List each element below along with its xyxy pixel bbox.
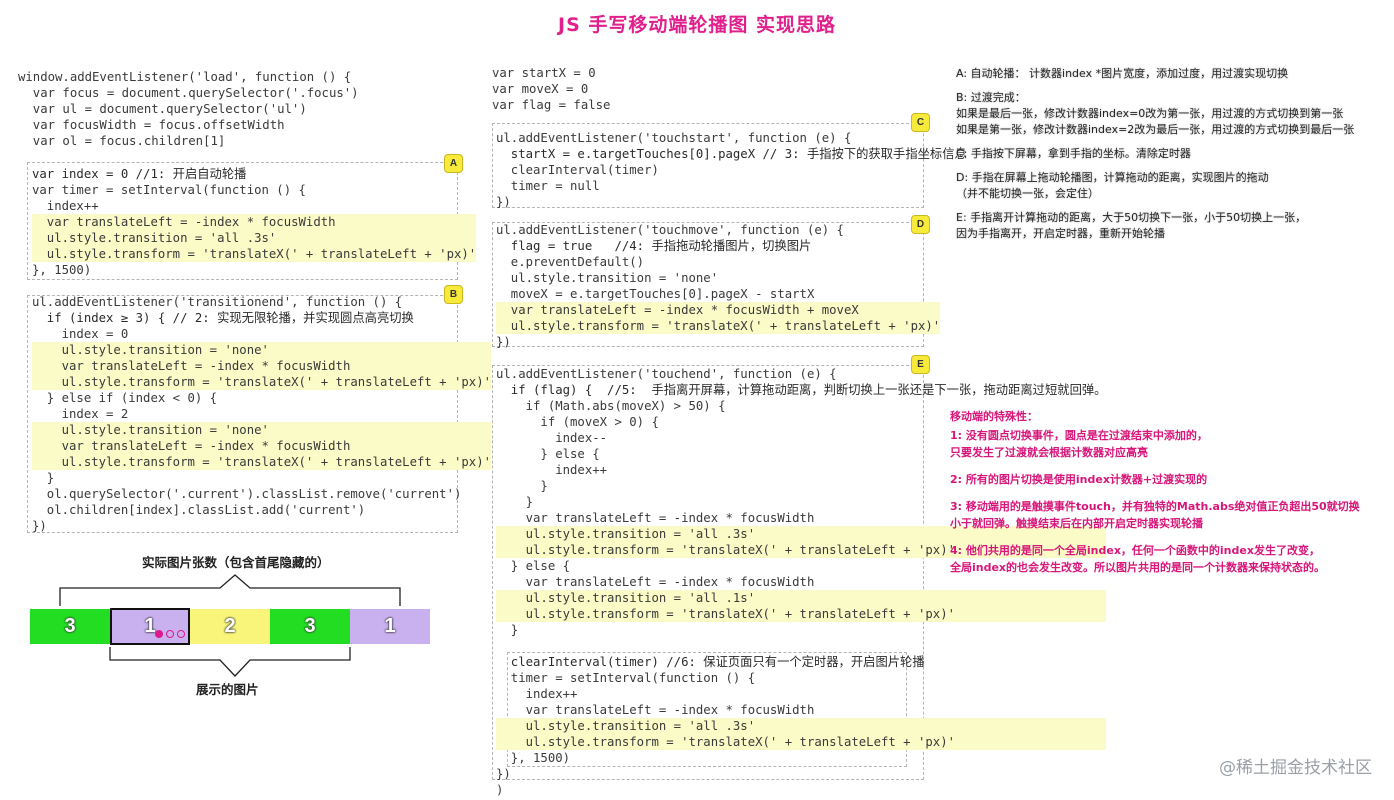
code-line: moveX = e.targetTouches[0].pageX - start… [496,287,815,301]
code-line: var translateLeft = -index * focusWidth [496,703,815,717]
code-line: var moveX = 0 [492,82,589,96]
notes-panel: A: 自动轮播： 计数器index *图片宽度，添加过度，用过渡实现切换 B: 过… [956,66,1386,250]
diagram-brackets [59,574,401,677]
pagination-dots [155,630,185,638]
note-item: D: 手指在屏幕上拖动轮播图，计算拖动的距离，实现图片的拖动 （并不能切换一张，… [956,171,1269,200]
pagination-dot [177,630,185,638]
code-line: }) [496,195,511,209]
code-block-c: ul.addEventListener('touchstart', functi… [496,130,967,210]
special-notes: 移动端的特殊性： 1: 没有圆点切换事件，圆点是在过渡结束中添加的， 只要发生了… [950,408,1390,586]
code-line: ul.style.transform = 'translateX(' + tra… [496,734,1107,750]
note-item: C: 手指按下屏幕，拿到手指的坐标。清除定时器 [956,147,1191,160]
code-block-d: ul.addEventListener('touchmove', functio… [496,222,941,350]
note-item: B: 过渡完成： 如果是最后一张，修改计数器index=0改为第一张，用过渡的方… [956,91,1355,136]
code-line: }) [496,767,511,781]
special-item: 1: 没有圆点切换事件，圆点是在过渡结束中添加的， 只要发生了过渡就会根据计数器… [950,429,1208,459]
code-line: index++ [496,687,578,701]
code-line: }, 1500) [496,751,571,765]
code-line: ul.style.transition = 'none' [496,271,719,285]
special-item: 3: 移动端用的是触摸事件touch，并有独特的Math.abs绝对值正负超出5… [950,500,1360,530]
code-line: ul.style.transition = 'all .3s' [496,718,1107,734]
code-line: var flag = false [492,98,611,112]
image-cell: 3 [270,609,350,644]
code-line: timer = setInterval(function () { [496,671,756,685]
diagram-bottom-label: 展示的图片 [196,682,259,697]
displayed-image-frame [110,608,190,645]
code-line: } [496,623,519,637]
code-line: if (flag) { //5: 手指离开屏幕，计算拖动距离，判断切换上一张还是… [496,383,1107,397]
special-item: 4: 他们共用的是同一个全局index，任何一个函数中的index发生了改变， … [950,544,1326,574]
note-item: A: 自动轮播： 计数器index *图片宽度，添加过度，用过渡实现切换 [956,67,1289,80]
code-line: var startX = 0 [492,66,596,80]
watermark: @稀土掘金技术社区 [1219,758,1372,778]
code-line: clearInterval(timer) //6: 保证页面只有一个定时器，开启… [496,655,925,669]
code-line: ul.style.transform = 'translateX(' + tra… [496,318,941,334]
code-line: startX = e.targetTouches[0].pageX // 3: … [496,147,967,161]
code-line: ul.addEventListener('touchend', function… [496,367,837,381]
code-line: ul.addEventListener('touchstart', functi… [496,131,852,145]
code-line: var translateLeft = -index * focusWidth … [496,302,941,318]
special-item: 2: 所有的图片切换是使用index计数器+过渡实现的 [950,473,1208,486]
code-line: ul.style.transform = 'translateX(' + tra… [496,606,1107,622]
code-line: timer = null [496,179,600,193]
note-item: E: 手指离开计算拖动的距离，大于50切换下一张，小于50切换上一张， 因为手指… [956,211,1307,240]
image-cell: 1 [350,609,430,644]
code-line: flag = true //4: 手指拖动轮播图片，切换图片 [496,239,812,253]
image-cell: 2 [190,609,270,644]
code-vars: var startX = 0 var moveX = 0 var flag = fa… [492,65,610,113]
code-line: ) [496,783,504,797]
pagination-dot [155,630,163,638]
image-cell: 3 [30,609,110,644]
code-line: e.preventDefault() [496,255,645,269]
pagination-dot [166,630,174,638]
special-heading: 移动端的特殊性： [950,410,1038,423]
code-line: ul.addEventListener('touchmove', functio… [496,223,844,237]
code-line: clearInterval(timer) [496,163,659,177]
code-line: }) [496,335,511,349]
code-line: ul.style.transition = 'all .1s' [496,590,1107,606]
